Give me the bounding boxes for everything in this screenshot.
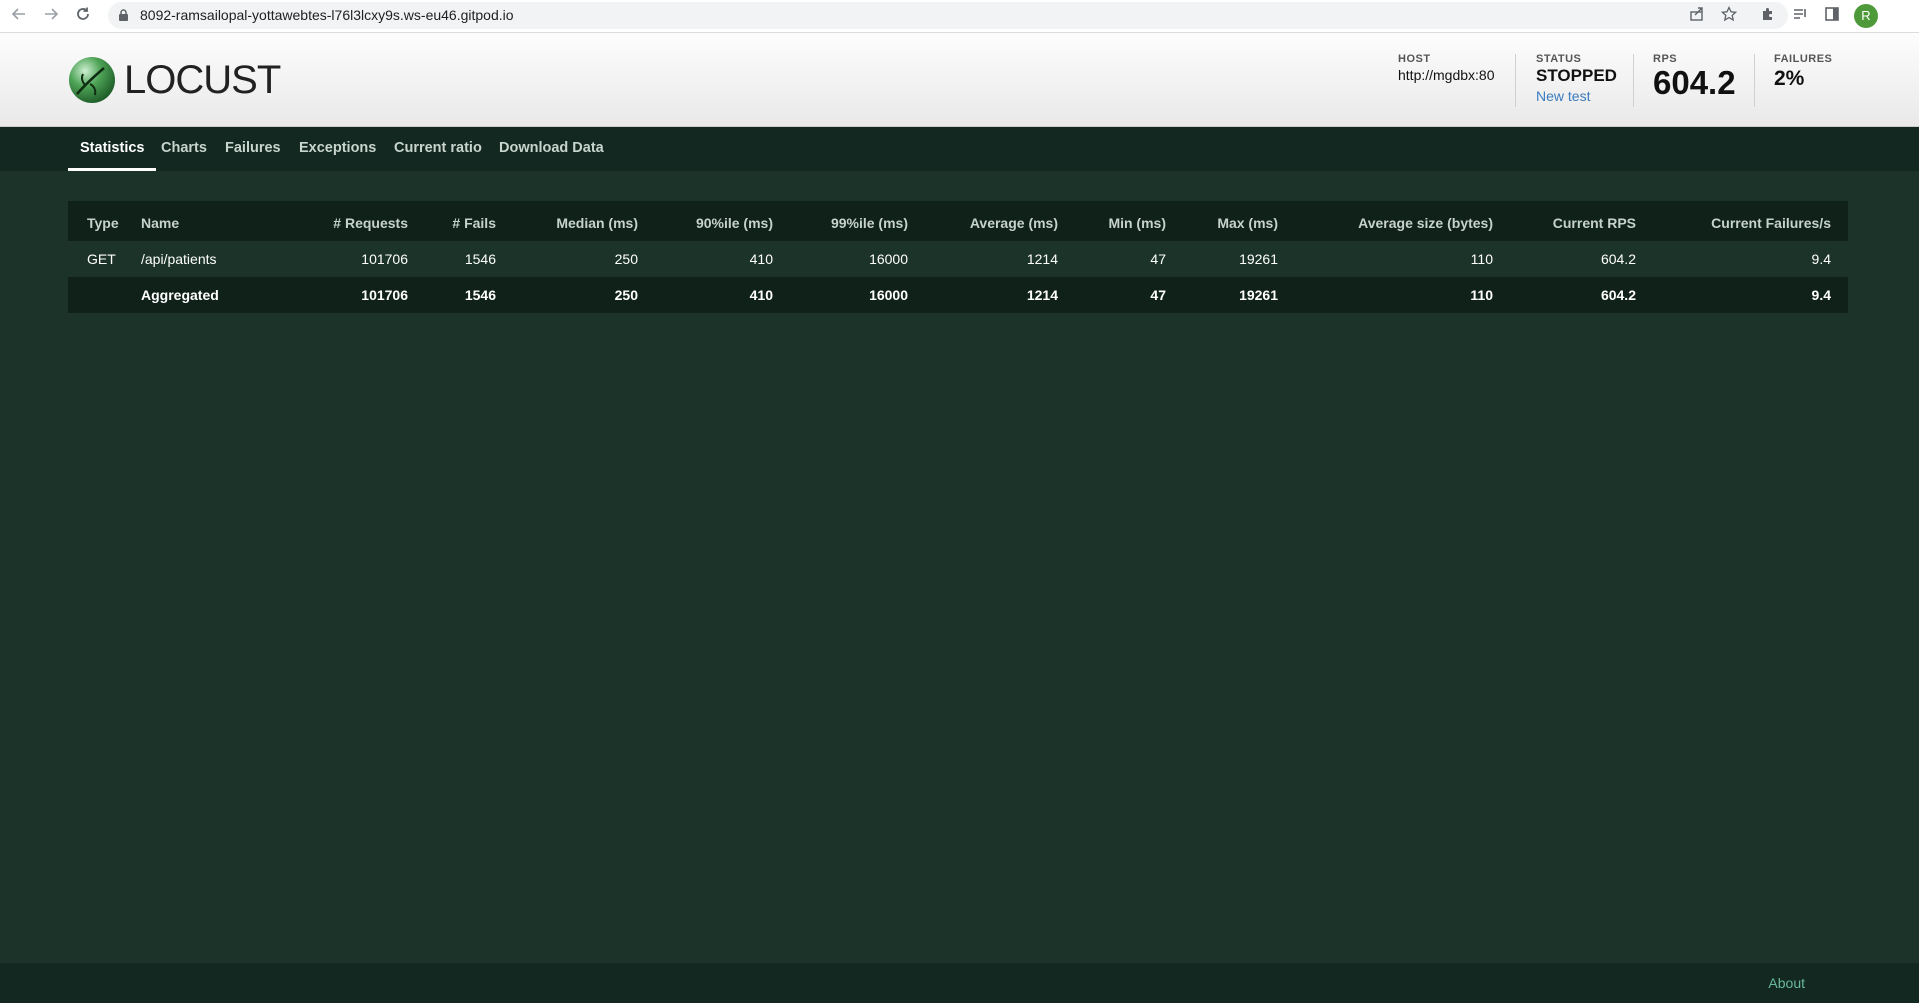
column-header-avg-size[interactable]: Average size (bytes) [1278,201,1493,241]
column-header-median[interactable]: Median (ms) [496,201,638,241]
table-row-aggregated: Aggregated 101706 1546 250 410 16000 121… [68,277,1848,313]
table-header-row: Type Name # Requests # Fails Median (ms)… [68,201,1848,241]
locust-header: LOCUST HOST http://mgdbx:80 STATUS STOPP… [0,33,1919,127]
rps-stat: RPS 604.2 [1653,53,1736,100]
host-label: HOST [1398,53,1431,65]
host-value: http://mgdbx:80 [1398,67,1495,83]
table-row: GET /api/patients 101706 1546 250 410 16… [68,241,1848,277]
profile-avatar[interactable]: R [1854,4,1878,28]
cell-current-rps: 604.2 [1493,277,1636,313]
cell-fails: 1546 [464,251,496,267]
cell-current-failures: 9.4 [1811,251,1831,267]
tab-nav: Statistics Charts Failures Exceptions Cu… [0,127,1919,171]
cell-average: 1214 [908,277,1058,313]
puzzle-icon[interactable] [1757,6,1779,28]
cell-min: 47 [1150,251,1166,267]
column-header-min[interactable]: Min (ms) [1058,201,1166,241]
stat-divider [1515,54,1516,107]
failures-value: 2% [1774,67,1805,90]
cell-90pct: 410 [749,251,773,267]
locust-logo[interactable]: LOCUST [68,56,281,106]
cell-max: 19261 [1239,251,1278,267]
cell-name: /api/patients [141,251,217,267]
column-header-current-failures[interactable]: Current Failures/s [1636,201,1848,241]
cell-average: 1214 [1026,251,1058,267]
failures-label: FAILURES [1774,53,1833,65]
stats-table: Type Name # Requests # Fails Median (ms)… [68,201,1848,313]
new-test-link[interactable]: New test [1536,88,1617,104]
tab-charts[interactable]: Charts [161,127,207,171]
cell-requests: 101706 [361,251,408,267]
cell-type [68,277,141,313]
reading-list-icon[interactable] [1789,6,1811,28]
share-icon[interactable] [1686,6,1708,28]
footer: About [0,963,1919,1003]
column-header-99pct[interactable]: 99%ile (ms) [773,201,908,241]
cell-median: 250 [614,251,638,267]
status-value: STOPPED [1536,66,1617,85]
cell-min: 47 [1058,277,1166,313]
locust-logo-icon [69,57,115,103]
back-arrow-icon[interactable] [8,6,30,28]
cell-max: 19261 [1166,277,1278,313]
column-header-90pct[interactable]: 90%ile (ms) [638,201,773,241]
status-stat: STATUS STOPPED New test [1536,53,1617,104]
failures-stat: FAILURES 2% [1774,53,1832,91]
column-header-max[interactable]: Max (ms) [1166,201,1278,241]
column-header-requests[interactable]: # Requests [269,201,408,241]
rps-value: 604.2 [1653,64,1736,101]
cell-name: Aggregated [141,277,269,313]
side-panel-icon[interactable] [1821,6,1843,28]
column-header-type[interactable]: Type [68,201,141,241]
cell-type: GET [87,251,116,267]
cell-requests: 101706 [269,277,408,313]
cell-median: 250 [496,277,638,313]
cell-fails: 1546 [408,277,496,313]
logo-text: LOCUST [124,58,281,102]
column-header-name[interactable]: Name [141,201,269,241]
column-header-average[interactable]: Average (ms) [908,201,1058,241]
cell-90pct: 410 [638,277,773,313]
status-label: STATUS [1536,53,1582,65]
stat-divider [1754,54,1755,107]
reload-icon[interactable] [72,6,94,28]
column-header-fails[interactable]: # Fails [408,201,496,241]
cell-current-rps: 604.2 [1600,251,1636,267]
url-text[interactable]: 8092-ramsailopal-yottawebtes-l76l3lcxy9s… [140,7,514,23]
cell-99pct: 16000 [773,277,908,313]
tab-statistics[interactable]: Statistics [68,127,157,171]
tab-download-data[interactable]: Download Data [499,127,604,171]
cell-avg-size: 110 [1278,277,1493,313]
browser-toolbar: 8092-ramsailopal-yottawebtes-l76l3lcxy9s… [0,0,1919,33]
stat-divider [1633,54,1634,107]
host-stat: HOST http://mgdbx:80 [1398,53,1495,83]
about-link[interactable]: About [1768,975,1805,991]
star-icon[interactable] [1718,5,1740,28]
tab-exceptions[interactable]: Exceptions [299,127,376,171]
cell-99pct: 16000 [869,251,908,267]
tab-failures[interactable]: Failures [225,127,281,171]
lock-icon[interactable] [118,8,129,21]
cell-avg-size: 110 [1470,251,1493,267]
column-header-current-rps[interactable]: Current RPS [1493,201,1636,241]
cell-current-failures: 9.4 [1636,277,1848,313]
forward-arrow-icon[interactable] [40,6,62,28]
tab-current-ratio[interactable]: Current ratio [394,127,482,171]
